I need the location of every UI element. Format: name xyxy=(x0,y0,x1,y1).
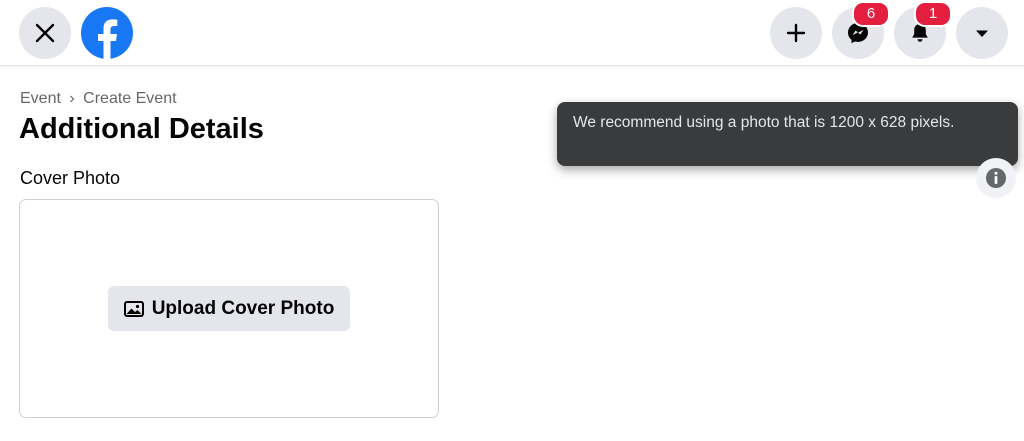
account-menu-button[interactable] xyxy=(956,7,1008,59)
upload-cover-photo-label: Upload Cover Photo xyxy=(151,297,335,319)
caret-down-icon xyxy=(976,30,988,37)
breadcrumb: Event › Create Event xyxy=(20,90,177,108)
facebook-logo-icon xyxy=(81,7,133,59)
create-button[interactable] xyxy=(770,7,822,59)
messenger-badge: 6 xyxy=(852,1,890,27)
messenger-button[interactable]: 6 xyxy=(832,1,890,59)
close-icon xyxy=(35,23,55,43)
photo-icon xyxy=(123,300,144,317)
photo-size-tooltip: We recommend using a photo that is 1200 … xyxy=(557,102,1018,166)
notifications-button[interactable]: 1 xyxy=(894,1,952,59)
plus-icon xyxy=(786,23,806,43)
tooltip-text: We recommend using a photo that is 1200 … xyxy=(573,114,955,131)
notifications-badge: 1 xyxy=(914,1,952,27)
facebook-logo[interactable] xyxy=(81,7,133,59)
top-navigation-bar: 6 1 xyxy=(0,0,1024,66)
upload-cover-photo-button[interactable]: Upload Cover Photo xyxy=(108,286,350,331)
breadcrumb-parent-link[interactable]: Event xyxy=(20,90,61,107)
info-button[interactable] xyxy=(976,158,1016,198)
breadcrumb-separator: › xyxy=(69,90,75,107)
close-button[interactable] xyxy=(19,7,71,59)
page-title: Additional Details xyxy=(19,113,264,145)
info-icon xyxy=(986,168,1006,188)
breadcrumb-current: Create Event xyxy=(83,90,177,107)
cover-photo-label: Cover Photo xyxy=(20,168,121,188)
